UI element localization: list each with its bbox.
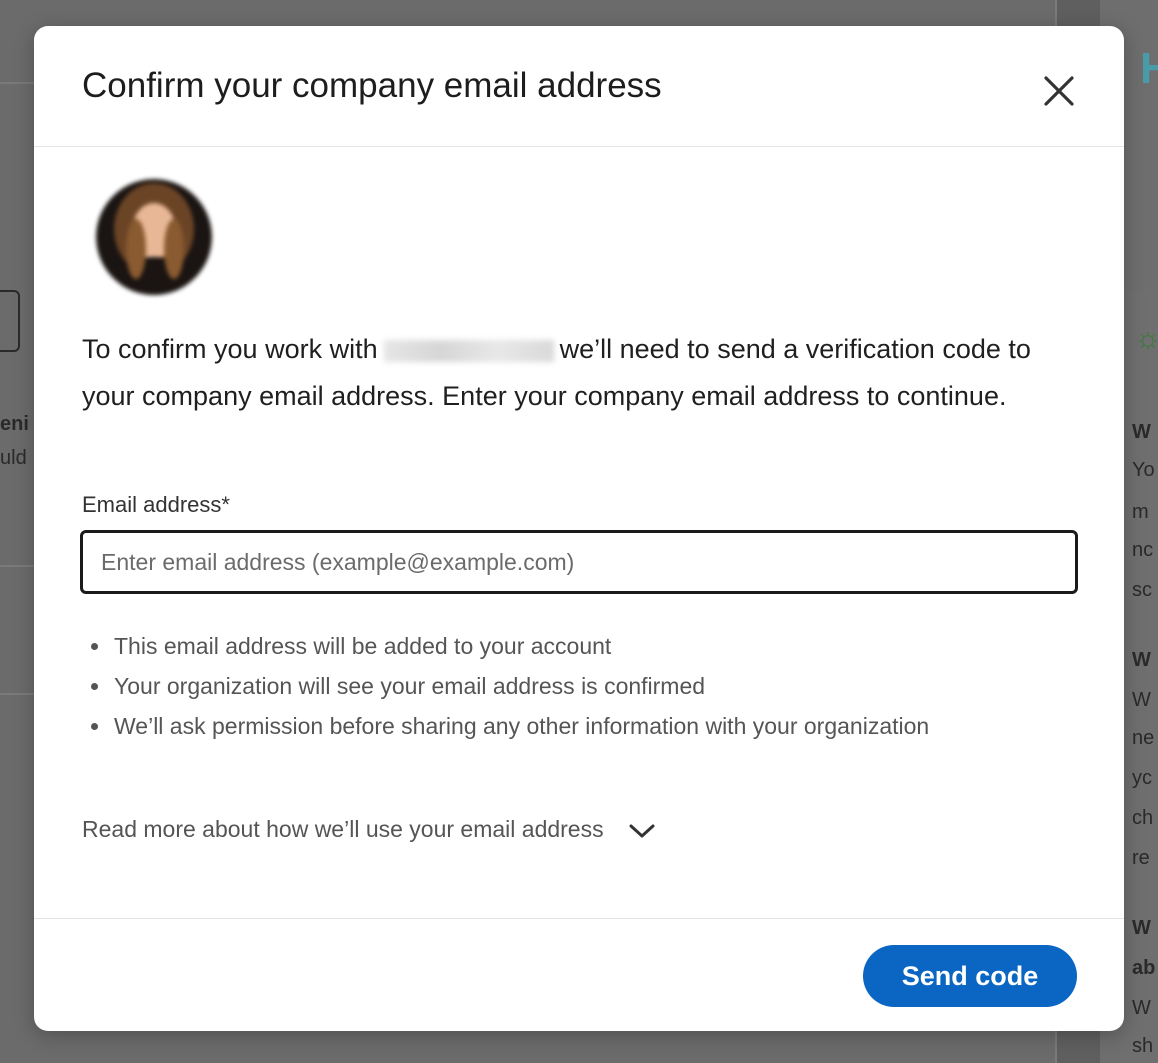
redacted-company-name: [383, 339, 554, 362]
background-right-panel: [1120, 290, 1158, 1063]
background-text: ab: [1132, 957, 1156, 979]
avatar: [96, 179, 212, 295]
intro-text-start: To confirm you work with: [82, 334, 378, 364]
background-text: m: [1132, 501, 1149, 523]
background-text: ch: [1132, 807, 1154, 829]
background-text: sc: [1132, 579, 1152, 601]
background-input-box: [0, 290, 20, 352]
background-text: W: [1132, 917, 1151, 939]
close-button[interactable]: [1034, 66, 1084, 116]
chevron-down-icon: [628, 820, 656, 840]
dialog-footer: Send code: [34, 918, 1124, 1031]
confirm-email-dialog: Confirm your company email address To co…: [34, 26, 1124, 1031]
background-text: eni: [0, 413, 29, 435]
email-field-label: Email address*: [82, 492, 230, 517]
background-text: Yo: [1132, 459, 1155, 481]
info-list-item: Your organization will see your email ad…: [112, 666, 1062, 706]
read-more-label: Read more about how we’ll use your email…: [82, 816, 604, 842]
background-text: nc: [1132, 539, 1154, 561]
dialog-title: Confirm your company email address: [82, 66, 662, 105]
send-code-button[interactable]: Send code: [863, 945, 1077, 1007]
background-text: W: [1132, 649, 1151, 671]
close-icon: [1044, 76, 1074, 106]
background-text: ne: [1132, 727, 1155, 749]
read-more-toggle[interactable]: Read more about how we’ll use your email…: [82, 816, 656, 843]
background-text: sh: [1132, 1035, 1154, 1057]
intro-text: To confirm you work with we’ll need to se…: [82, 326, 1072, 420]
email-input[interactable]: [80, 530, 1078, 594]
info-list: This email address will be added to your…: [80, 626, 1062, 746]
background-text: re: [1132, 847, 1150, 869]
info-list-item: This email address will be added to your…: [112, 626, 1062, 666]
background-text: uld: [0, 447, 27, 469]
background-text: W: [1132, 997, 1151, 1019]
dialog-header: Confirm your company email address: [34, 26, 1124, 147]
background-header-icon: H: [1140, 44, 1158, 93]
lightbulb-icon: ☼: [1134, 322, 1158, 355]
info-list-item: We’ll ask permission before sharing any …: [112, 706, 1062, 746]
background-text: W: [1132, 421, 1151, 443]
background-text: W: [1132, 689, 1151, 711]
background-text: yc: [1132, 767, 1152, 789]
